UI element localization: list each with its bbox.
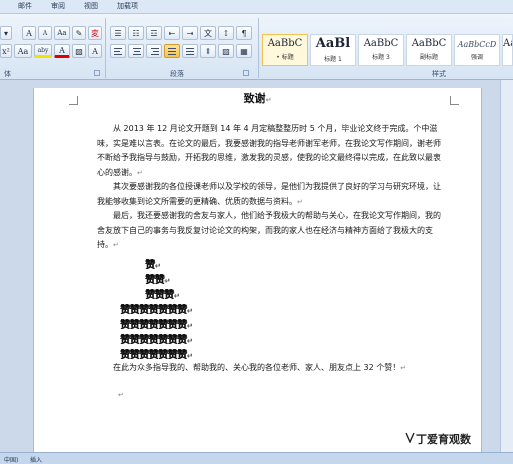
paragraph: 从 2013 年 12 月论文开题到 14 年 4 月定稿整整历时 5 个月，毕… [97,124,441,177]
pyramid-row: 赞赞赞↵ [145,290,179,301]
tab-view[interactable]: 视图 [84,1,98,11]
line-spacing-icon[interactable]: ⇕ [200,44,216,58]
superscript-button[interactable]: x² [0,44,12,58]
font-color-button[interactable]: A [54,44,70,58]
paragraph: 最后，我还要感谢我的舍友与家人，他们给予我极大的帮助与关心，在我论文写作期间，我… [97,211,441,250]
pyramid-row: 赞赞赞赞赞赞赞↵ [120,305,192,316]
style-name: 副标题 [419,54,438,61]
tab-addins[interactable]: 加载项 [117,1,138,11]
numbering-icon[interactable]: ☷ [128,26,144,40]
pyramid-row: 赞↵ [145,260,160,271]
style-name: 标题 1 [324,56,342,63]
tab-mailings[interactable]: 邮件 [18,1,32,11]
style-item[interactable]: AaBbC 标题 3 [358,34,404,66]
clear-format-icon[interactable]: ✎ [72,26,86,40]
justify-button[interactable] [164,44,180,58]
group-title-font: 体 [4,70,11,78]
style-preview: AaBbC [267,38,303,49]
borders-icon[interactable]: ▦ [236,44,252,58]
shrink-font-button[interactable]: A [38,26,52,40]
group-divider [105,18,106,78]
font-dialog-launcher[interactable] [94,70,100,76]
tab-review[interactable]: 审阅 [51,1,65,11]
multilevel-list-icon[interactable]: ☲ [146,26,162,40]
paragraph-mark: ↵ [118,391,124,399]
align-right-button[interactable] [146,44,162,58]
style-preview: AaBbC [411,38,447,49]
style-item[interactable]: Aa [502,34,513,66]
watermark-text: 丁爱育观数 [416,433,471,446]
grow-font-button[interactable]: A [22,26,36,40]
group-divider [258,18,259,78]
bullets-icon[interactable]: ☰ [110,26,126,40]
style-name: 强调 [470,54,483,61]
text-effects-button[interactable]: Aa [14,44,32,58]
style-item[interactable]: AaBbC 副标题 [406,34,452,66]
status-bar: 中国) 插入 [0,452,513,464]
style-preview: Aa [503,38,512,49]
style-item[interactable]: AaBl 标题 1 [310,34,356,66]
praise-pyramid: 赞↵ 赞赞↵ 赞赞赞↵ 赞赞赞赞赞赞赞↵ 赞赞赞赞赞赞赞↵ 赞赞赞赞赞赞赞↵ 赞… [120,256,230,361]
watermark-logo-icon [405,432,415,443]
ribbon-body: ▾ A A Aa ✎ 変 A x² Aa aby A ▨ 体 ☰ ☷ ☲ ⇤ ⇥… [0,14,513,80]
pyramid-row: 赞赞赞赞赞赞赞↵ [120,335,192,346]
show-marks-icon[interactable]: ¶ [236,26,252,40]
ribbon-tab-bar: 邮件 审阅 视图 加载项 [0,0,513,14]
chinese-layout-icon[interactable]: 文 [200,26,216,40]
increase-indent-icon[interactable]: ⇥ [182,26,198,40]
style-item[interactable]: AaBbCcD 强调 [454,34,500,66]
paragraph: 其次要感谢我的各位授课老师以及学校的领导，是他们为我提供了良好的学习与研究环境，… [97,182,441,206]
pyramid-row: 赞赞↵ [145,275,170,286]
char-border-button[interactable]: A [88,44,102,58]
closing-paragraph: 在此为众多指导我的、帮助我的、关心我的各位老师、家人、朋友点上 32 个赞！↵ [113,363,407,372]
pyramid-row: 赞赞赞赞赞赞赞↵ [120,320,192,331]
style-preview: AaBbCcD [457,40,497,49]
distributed-align-button[interactable] [182,44,198,58]
style-preview: AaBl [315,36,351,51]
group-title-paragraph: 段落 [170,70,184,78]
style-preview: AaBbC [363,38,399,49]
align-left-button[interactable] [110,44,126,58]
style-name: 标题 3 [372,54,390,61]
pyramid-row: 赞赞赞赞赞赞赞↵ [120,350,192,361]
language-indicator[interactable]: 中国) [4,455,18,464]
font-size-dropdown[interactable]: ▾ [0,26,12,40]
char-shading-icon[interactable]: ▨ [72,44,86,58]
paragraph-dialog-launcher[interactable] [243,70,249,76]
style-name: • 标题 [276,54,294,61]
sort-icon[interactable]: ↕ [218,26,234,40]
phonetic-guide-icon[interactable]: 変 [88,26,102,40]
decrease-indent-icon[interactable]: ⇤ [164,26,180,40]
style-item[interactable]: AaBbC • 标题 [262,34,308,66]
highlight-button[interactable]: aby [34,44,52,58]
document-title: 致谢↵ [243,92,272,105]
change-case-button[interactable]: Aa [54,26,70,40]
vertical-scrollbar[interactable] [500,80,513,452]
shading-icon[interactable]: ▨ [218,44,234,58]
insert-mode-indicator[interactable]: 插入 [30,455,42,464]
align-center-button[interactable] [128,44,144,58]
group-title-styles: 样式 [432,70,446,78]
